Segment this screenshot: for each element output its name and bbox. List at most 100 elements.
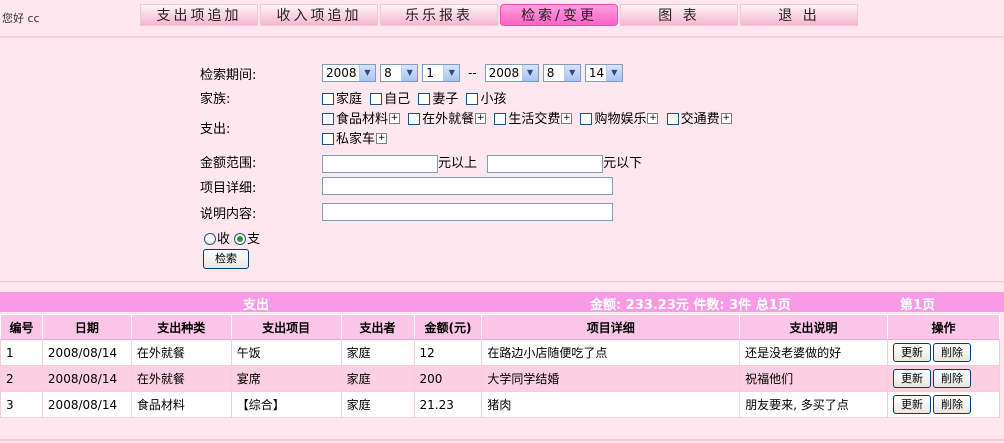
table-row: 2 2008/08/14 在外就餐 宴席 家庭 200 大学同学结婚 祝福他们 … (0, 365, 1000, 392)
expand-plus-icon[interactable]: + (389, 113, 401, 124)
to-year-select[interactable]: 2008 ▼ (484, 64, 539, 82)
from-year-select[interactable]: 2008 ▼ (322, 64, 376, 82)
expense-checkbox-transport[interactable] (666, 112, 679, 125)
nav-exit[interactable]: 退 出 (740, 4, 858, 26)
desc-label: 说明内容: (200, 207, 257, 222)
expense-option-label: 交通费 (680, 112, 720, 127)
update-button[interactable]: 更新 (893, 343, 931, 362)
col-amount: 金额(元) (413, 314, 483, 340)
delete-button[interactable]: 削除 (933, 343, 971, 362)
top-bar: 您好 cc 支出项追加 收入项追加 乐乐报表 检索/变更 图 表 退 出 (0, 0, 1004, 38)
expense-checkbox-living[interactable] (494, 112, 507, 125)
family-checkbox-child[interactable] (466, 92, 479, 105)
update-button[interactable]: 更新 (893, 395, 931, 414)
cell-who: 家庭 (340, 339, 415, 366)
amount-min-input[interactable] (322, 154, 438, 173)
col-actions: 操作 (887, 314, 1000, 340)
expense-option-label: 购物娱乐 (594, 112, 647, 127)
expense-option-label: 私家车 (336, 132, 376, 147)
cell-type: 在外就餐 (130, 339, 232, 366)
from-year-value: 2008 (326, 66, 357, 80)
cell-date: 2008/08/14 (41, 365, 132, 392)
from-day-value: 1 (426, 66, 434, 80)
expand-plus-icon[interactable]: + (475, 113, 487, 124)
nav-report[interactable]: 乐乐报表 (380, 4, 498, 26)
update-button[interactable]: 更新 (893, 369, 931, 388)
family-option-label: 小孩 (480, 92, 507, 107)
delete-button[interactable]: 削除 (933, 395, 971, 414)
range-separator: -- (468, 66, 477, 80)
expand-plus-icon[interactable]: + (376, 133, 388, 144)
main-nav: 支出项追加 收入项追加 乐乐报表 检索/变更 图 表 退 出 (140, 4, 860, 28)
detail-input[interactable] (322, 177, 613, 195)
results-page: 第1页 (900, 298, 936, 313)
to-year-value: 2008 (488, 66, 520, 80)
nav-chart[interactable]: 图 表 (620, 4, 738, 26)
family-label: 家族: (200, 92, 231, 107)
cell-no: 1 (0, 339, 43, 366)
col-date: 日期 (41, 314, 132, 340)
cell-amount: 21.23 (413, 391, 483, 418)
nav-add-expense[interactable]: 支出项追加 (140, 4, 258, 26)
table-header-row: 编号 日期 支出种类 支出项目 支出者 金额(元) 项目详细 支出说明 操作 (0, 314, 1000, 340)
chevron-down-icon: ▼ (401, 65, 418, 81)
amount-max-input[interactable] (487, 154, 604, 173)
chevron-down-icon: ▼ (359, 65, 375, 81)
expense-checkbox-car[interactable] (322, 132, 334, 145)
period-label: 检索期间: (200, 68, 257, 83)
col-detail: 项目详细 (481, 314, 741, 340)
chevron-down-icon: ▼ (521, 65, 538, 81)
col-no: 编号 (0, 314, 43, 340)
from-month-select[interactable]: 8 ▼ (380, 64, 419, 82)
results-table: 编号 日期 支出种类 支出项目 支出者 金额(元) 项目详细 支出说明 操作 1… (0, 314, 1000, 418)
nav-add-income[interactable]: 收入项追加 (260, 4, 378, 26)
col-note: 支出说明 (739, 314, 888, 340)
expand-plus-icon[interactable]: + (720, 113, 732, 124)
family-checkbox-self[interactable] (370, 92, 383, 105)
from-day-select[interactable]: 1 ▼ (422, 64, 461, 82)
cell-date: 2008/08/14 (41, 339, 132, 366)
cell-actions: 更新 削除 (887, 339, 1000, 366)
amount-below-text: 元以下 (603, 156, 643, 171)
radio-expense[interactable] (234, 232, 247, 245)
expense-option-label: 生活交费 (508, 112, 561, 127)
to-day-select[interactable]: 14 ▼ (584, 64, 623, 82)
expense-checkbox-food[interactable] (322, 112, 334, 125)
expand-plus-icon[interactable]: + (647, 113, 659, 124)
search-button[interactable]: 检索 (203, 249, 249, 269)
cell-who: 家庭 (340, 391, 415, 418)
cell-no: 3 (0, 391, 43, 418)
to-month-select[interactable]: 8 ▼ (542, 64, 581, 82)
radio-income[interactable] (204, 232, 216, 245)
detail-label: 项目详细: (200, 181, 257, 196)
family-checkbox-wife[interactable] (418, 92, 431, 105)
cell-detail: 猪肉 (481, 391, 741, 418)
header-divider (0, 36, 1004, 38)
desc-input[interactable] (322, 203, 613, 221)
cell-amount: 200 (413, 365, 483, 392)
results-summary: 金额: 233.23元 件数: 3件 总1页 (590, 298, 791, 313)
table-row: 1 2008/08/14 在外就餐 午饭 家庭 12 在路边小店随便吃了点 还是… (0, 339, 1000, 366)
cell-note: 祝福他们 (739, 365, 888, 392)
radio-expense-label: 支 (247, 232, 261, 247)
col-type: 支出种类 (130, 314, 232, 340)
expense-checkbox-shopping[interactable] (580, 112, 593, 125)
amount-above-text: 元以上 (438, 156, 478, 171)
family-option-label: 家庭 (336, 92, 363, 107)
cell-item: 午饭 (230, 339, 342, 366)
expense-option-label: 在外就餐 (422, 112, 475, 127)
expand-plus-icon[interactable]: + (561, 113, 573, 124)
delete-button[interactable]: 削除 (933, 369, 971, 388)
footer-divider (0, 439, 1004, 441)
family-checkbox-home[interactable] (322, 92, 334, 105)
cell-who: 家庭 (340, 365, 415, 392)
col-who: 支出者 (340, 314, 415, 340)
cell-amount: 12 (413, 339, 483, 366)
nav-search-edit[interactable]: 检索/变更 (500, 4, 618, 26)
cell-actions: 更新 削除 (887, 391, 1000, 418)
expense-checkbox-dining[interactable] (408, 112, 421, 125)
cell-note: 朋友要来, 多买了点 (739, 391, 888, 418)
expense-option-label: 食品材料 (336, 112, 389, 127)
to-day-value: 14 (588, 66, 605, 80)
cell-item: 宴席 (230, 365, 342, 392)
